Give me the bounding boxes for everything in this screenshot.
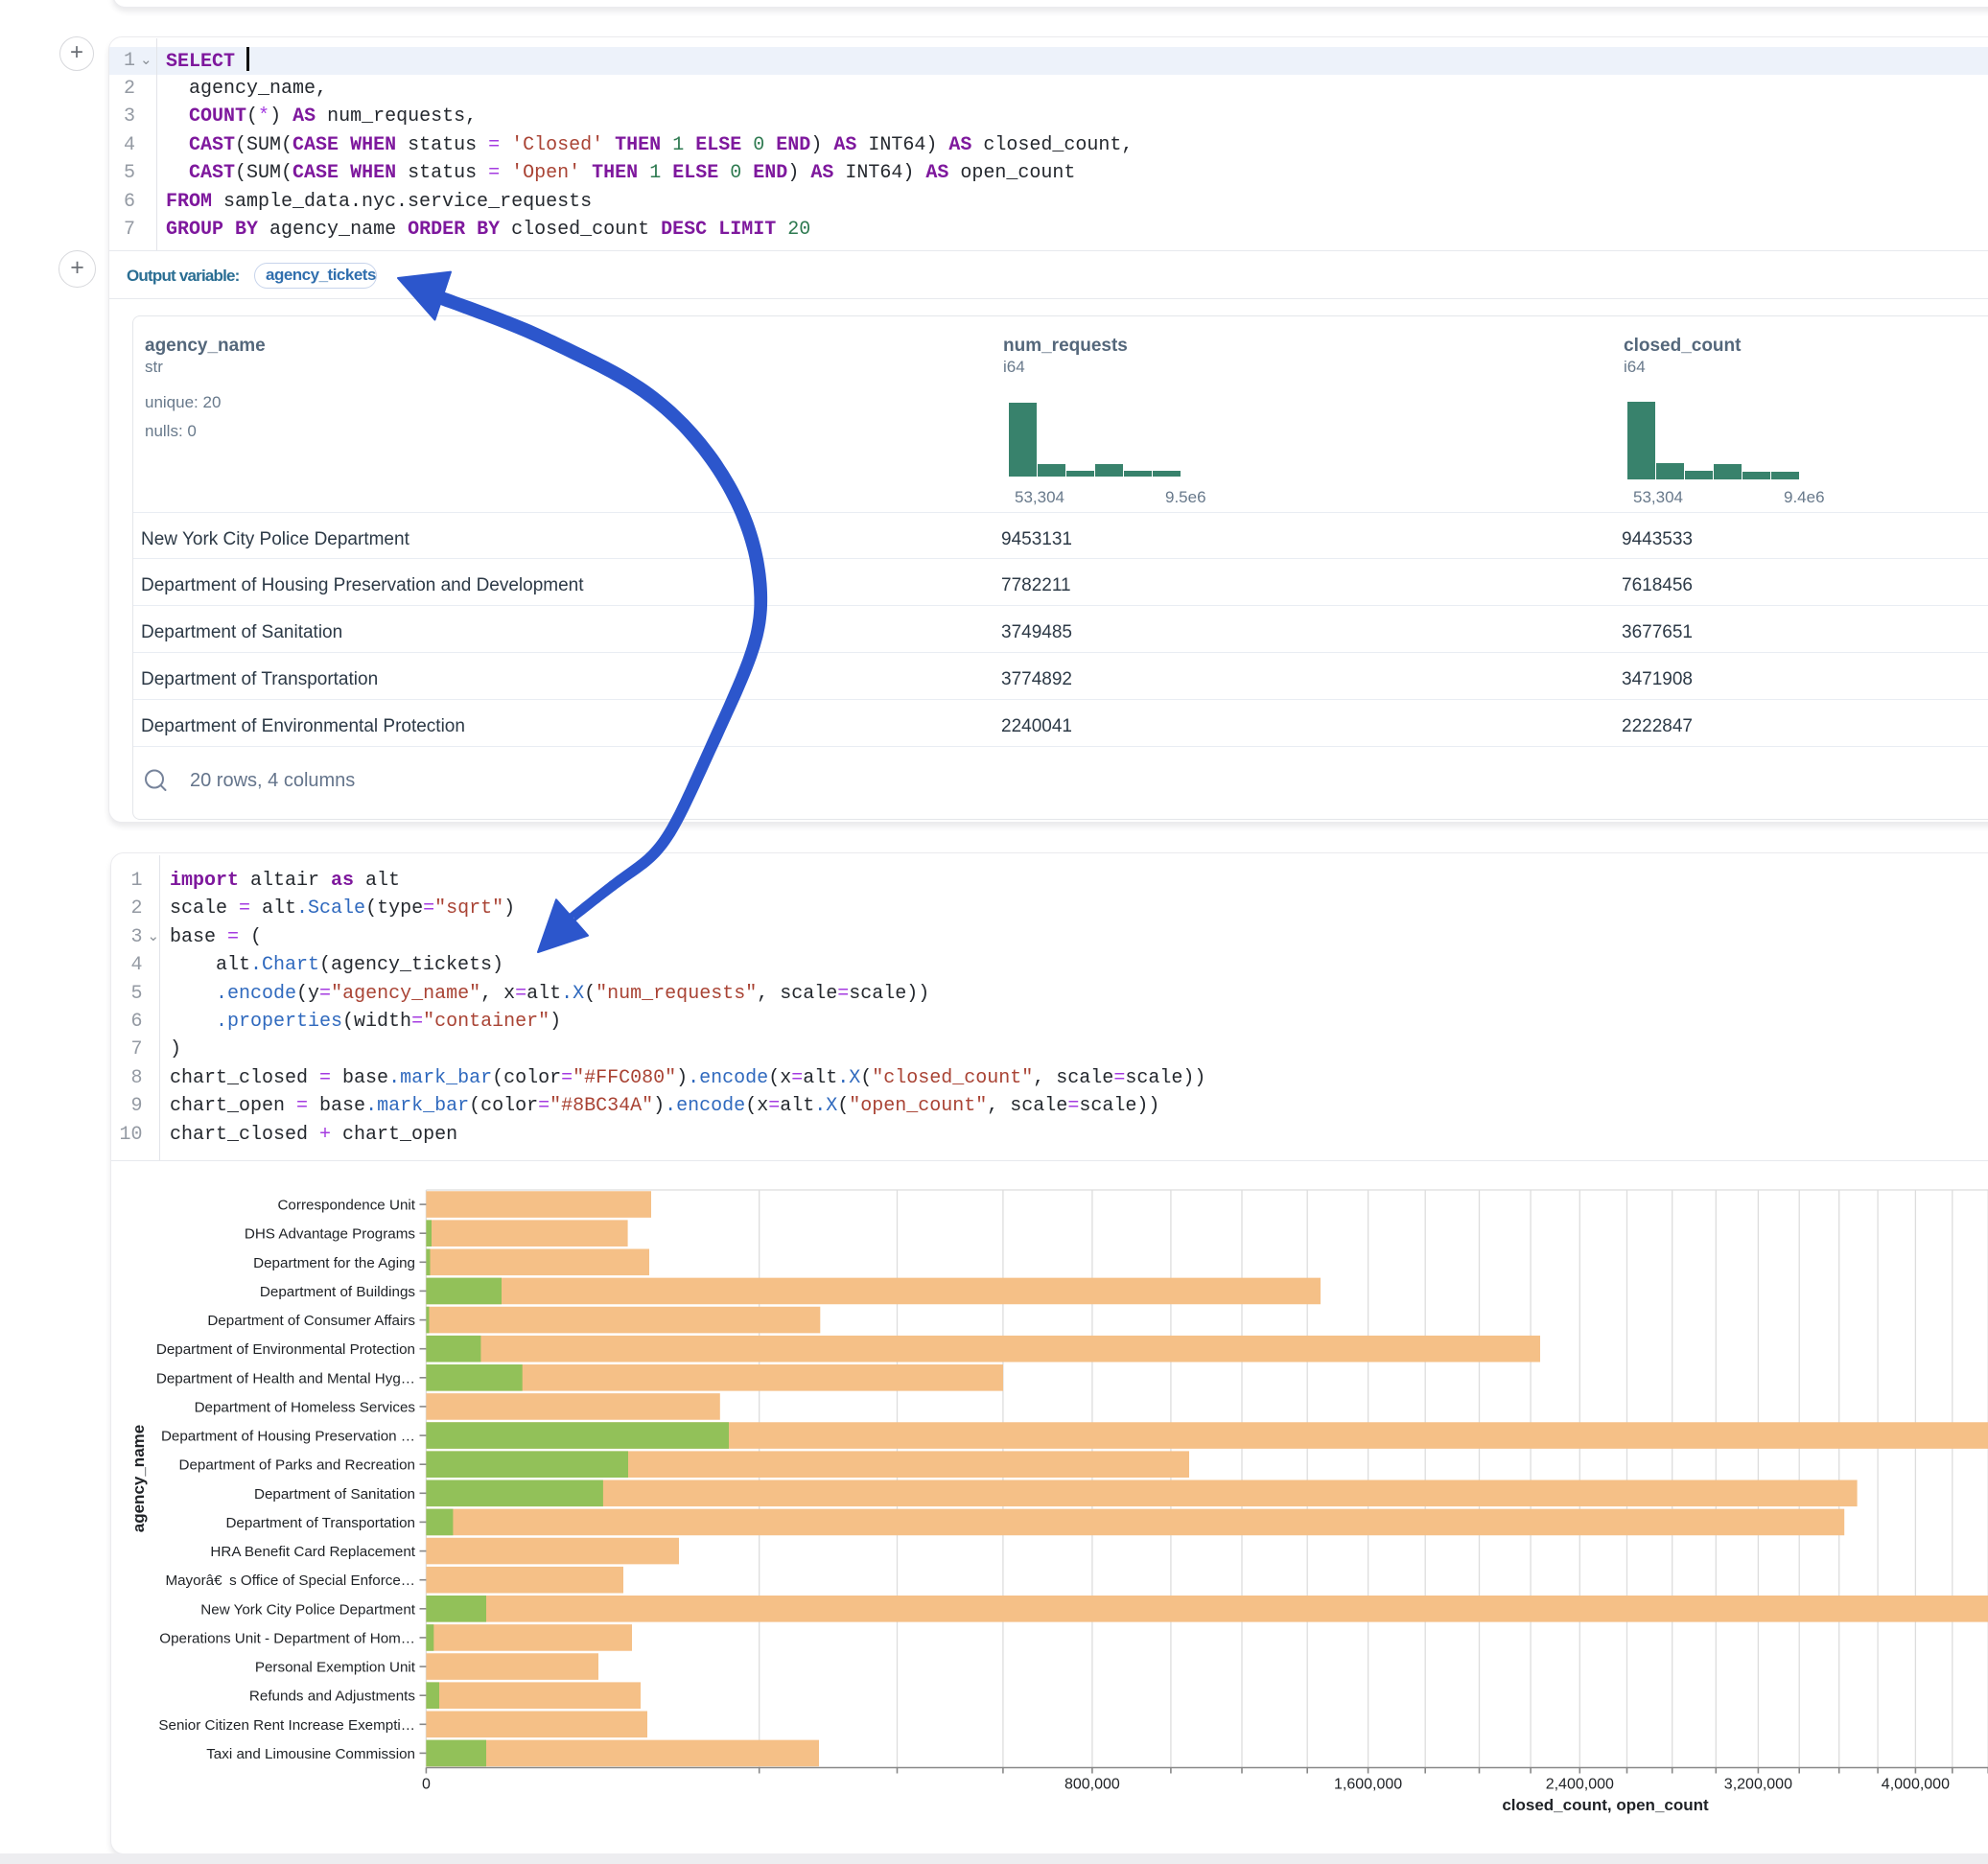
svg-text:New York City Police Departmen: New York City Police Department xyxy=(200,1601,415,1618)
svg-text:Department of Consumer Affairs: Department of Consumer Affairs xyxy=(207,1313,415,1329)
svg-text:Operations Unit - Department o: Operations Unit - Department of Hom… xyxy=(159,1630,415,1646)
svg-text:Department of Transportation: Department of Transportation xyxy=(225,1515,415,1531)
svg-text:0: 0 xyxy=(422,1777,431,1793)
svg-text:HRA Benefit Card Replacement: HRA Benefit Card Replacement xyxy=(210,1544,415,1560)
svg-text:Department of Parks and Recrea: Department of Parks and Recreation xyxy=(178,1457,415,1474)
svg-text:Department of Environmental Pr: Department of Environmental Protection xyxy=(156,1341,415,1358)
svg-text:Taxi and Limousine Commission: Taxi and Limousine Commission xyxy=(206,1746,415,1762)
svg-text:Correspondence Unit: Correspondence Unit xyxy=(277,1198,415,1214)
svg-text:3,200,000: 3,200,000 xyxy=(1724,1777,1792,1793)
svg-text:2,400,000: 2,400,000 xyxy=(1546,1777,1614,1793)
svg-text:Department of Housing Preserva: Department of Housing Preservation … xyxy=(161,1429,415,1445)
svg-text:Personal Exemption Unit: Personal Exemption Unit xyxy=(255,1660,416,1676)
svg-text:800,000: 800,000 xyxy=(1064,1777,1120,1793)
svg-text:Refunds and Adjustments: Refunds and Adjustments xyxy=(249,1689,415,1705)
svg-text:Senior Citizen Rent Increase E: Senior Citizen Rent Increase Exempti… xyxy=(158,1717,415,1734)
svg-text:4,000,000: 4,000,000 xyxy=(1882,1777,1950,1793)
svg-text:DHS Advantage Programs: DHS Advantage Programs xyxy=(245,1226,416,1243)
svg-text:Department for the Aging: Department for the Aging xyxy=(253,1255,415,1271)
svg-text:Department of Sanitation: Department of Sanitation xyxy=(254,1486,415,1503)
svg-text:Mayorâ€ s Office of Special En: Mayorâ€ s Office of Special Enforce… xyxy=(165,1573,415,1589)
svg-text:Department of Health and Menta: Department of Health and Mental Hyg… xyxy=(156,1370,415,1386)
svg-text:Department of Homeless Service: Department of Homeless Services xyxy=(195,1399,416,1415)
svg-text:1,600,000: 1,600,000 xyxy=(1334,1777,1402,1793)
svg-text:Department of Buildings: Department of Buildings xyxy=(260,1284,415,1300)
svg-text:agency_name: agency_name xyxy=(129,1425,148,1532)
svg-text:closed_count, open_count: closed_count, open_count xyxy=(1502,1796,1709,1814)
